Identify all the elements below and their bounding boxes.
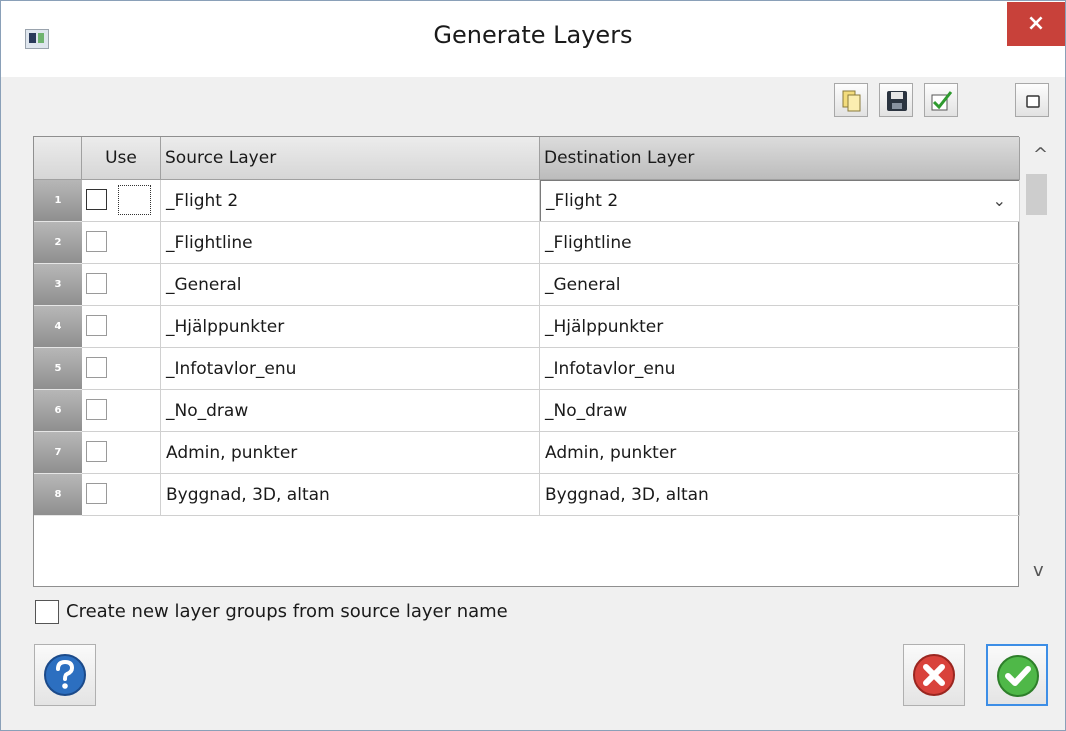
destination-layer-cell[interactable]: _No_draw <box>540 390 1020 432</box>
table-row[interactable]: 8 Byggnad, 3D, altan Byggnad, 3D, altan <box>34 474 1020 516</box>
destination-layer-cell[interactable]: _General <box>540 264 1020 306</box>
table-row[interactable]: 7 Admin, punkter Admin, punkter <box>34 432 1020 474</box>
use-cell[interactable] <box>82 306 161 348</box>
source-layer-cell[interactable]: _Infotavlor_enu <box>161 348 540 390</box>
use-cell[interactable] <box>82 390 161 432</box>
chevron-down-icon[interactable]: ⌄ <box>993 181 1006 221</box>
row-header[interactable]: 6 <box>34 390 82 432</box>
source-layer-cell[interactable]: Admin, punkter <box>161 432 540 474</box>
scroll-down-icon[interactable]: v <box>1033 560 1044 581</box>
row-header[interactable]: 1 <box>34 180 82 222</box>
save-button[interactable] <box>879 83 913 117</box>
layers-grid: Use Source Layer Destination Layer 1 _Fli… <box>33 136 1020 587</box>
check-all-icon <box>931 91 953 111</box>
create-layer-groups-checkbox[interactable] <box>35 600 59 624</box>
vertical-scrollbar[interactable]: ^ v <box>1025 136 1057 587</box>
uncheck-all-icon <box>1026 95 1040 108</box>
cancel-icon <box>913 654 955 696</box>
use-cell[interactable] <box>82 348 161 390</box>
table-row[interactable]: 3 _General _General <box>34 264 1020 306</box>
column-header-use[interactable]: Use <box>82 137 161 180</box>
help-button[interactable] <box>34 644 96 706</box>
use-checkbox[interactable] <box>86 441 107 462</box>
column-header-source-layer[interactable]: Source Layer <box>161 137 540 180</box>
uncheck-all-button[interactable] <box>1015 83 1049 117</box>
source-layer-cell[interactable]: _General <box>161 264 540 306</box>
row-header[interactable]: 3 <box>34 264 82 306</box>
check-all-button[interactable] <box>924 83 958 117</box>
row-header[interactable]: 7 <box>34 432 82 474</box>
cancel-button[interactable] <box>903 644 965 706</box>
ok-icon <box>997 655 1039 697</box>
destination-layer-cell[interactable]: Byggnad, 3D, altan <box>540 474 1020 516</box>
generate-layers-dialog: Generate Layers × Use Source Layer Desti… <box>0 0 1066 731</box>
source-layer-cell[interactable]: _No_draw <box>161 390 540 432</box>
row-header[interactable]: 4 <box>34 306 82 348</box>
source-layer-cell[interactable]: _Flightline <box>161 222 540 264</box>
title-bar: Generate Layers × <box>1 1 1065 77</box>
source-layer-cell[interactable]: _Flight 2 <box>161 180 540 222</box>
save-icon <box>887 91 907 111</box>
create-layer-groups-label[interactable]: Create new layer groups from source laye… <box>66 600 508 624</box>
use-checkbox[interactable] <box>86 273 107 294</box>
table-row[interactable]: 2 _Flightline _Flightline <box>34 222 1020 264</box>
open-file-icon <box>842 90 861 112</box>
scroll-up-icon[interactable]: ^ <box>1033 144 1048 165</box>
row-header[interactable]: 5 <box>34 348 82 390</box>
use-cell[interactable] <box>82 264 161 306</box>
use-checkbox[interactable] <box>86 483 107 504</box>
destination-layer-cell[interactable]: _Infotavlor_enu <box>540 348 1020 390</box>
source-layer-cell[interactable]: Byggnad, 3D, altan <box>161 474 540 516</box>
destination-layer-cell[interactable]: _Flightline <box>540 222 1020 264</box>
source-layer-cell[interactable]: _Hjälppunkter <box>161 306 540 348</box>
column-header-destination-layer[interactable]: Destination Layer <box>540 137 1020 180</box>
table-row[interactable]: 5 _Infotavlor_enu _Infotavlor_enu <box>34 348 1020 390</box>
use-cell[interactable] <box>82 432 161 474</box>
close-button[interactable]: × <box>1007 2 1065 46</box>
use-cell[interactable] <box>82 474 161 516</box>
grid-corner-header <box>34 137 82 180</box>
scroll-thumb[interactable] <box>1026 174 1047 215</box>
use-checkbox[interactable] <box>86 399 107 420</box>
row-header[interactable]: 8 <box>34 474 82 516</box>
destination-layer-cell[interactable]: _Hjälppunkter <box>540 306 1020 348</box>
row-header[interactable]: 2 <box>34 222 82 264</box>
open-file-button[interactable] <box>834 83 868 117</box>
table-row[interactable]: 4 _Hjälppunkter _Hjälppunkter <box>34 306 1020 348</box>
focus-rectangle <box>118 185 151 215</box>
use-cell[interactable] <box>82 222 161 264</box>
use-checkbox[interactable] <box>86 315 107 336</box>
help-icon <box>44 654 86 696</box>
table-row[interactable]: 1 _Flight 2 _Flight 2 ⌄ <box>34 180 1020 222</box>
ok-button[interactable] <box>986 644 1048 706</box>
destination-layer-cell[interactable]: _Flight 2 ⌄ <box>540 180 1020 222</box>
use-cell[interactable] <box>82 180 161 222</box>
use-checkbox[interactable] <box>86 189 107 210</box>
window-title: Generate Layers <box>433 21 633 49</box>
destination-layer-cell[interactable]: Admin, punkter <box>540 432 1020 474</box>
table-row[interactable]: 6 _No_draw _No_draw <box>34 390 1020 432</box>
dropdown-value: _Flight 2 <box>546 191 619 211</box>
destination-layer-dropdown[interactable]: _Flight 2 ⌄ <box>540 180 1019 221</box>
use-checkbox[interactable] <box>86 231 107 252</box>
use-checkbox[interactable] <box>86 357 107 378</box>
